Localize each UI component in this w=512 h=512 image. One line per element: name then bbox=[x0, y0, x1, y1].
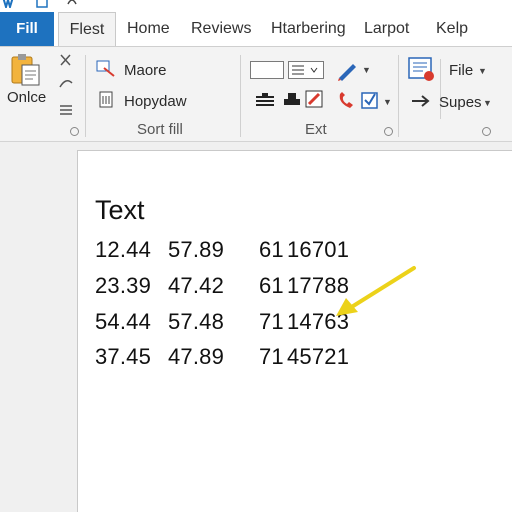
cell: 71 bbox=[259, 309, 284, 334]
checkbox-icon[interactable] bbox=[360, 91, 380, 111]
menu-icon[interactable] bbox=[58, 103, 74, 117]
tab-file[interactable]: Fill bbox=[0, 12, 54, 46]
paste-button-label[interactable]: Onlce bbox=[7, 89, 46, 106]
app-logo-icon bbox=[2, 0, 14, 8]
annotation-arrow-icon bbox=[330, 262, 420, 327]
ribbon: Onlce Maore Hopydaw Sort fill ▼ ▼ Ext Fi… bbox=[0, 46, 512, 142]
tab-flest[interactable]: Flest bbox=[58, 12, 116, 47]
tab-larpot[interactable]: Larpot bbox=[364, 12, 409, 46]
arrow-right-icon[interactable] bbox=[410, 93, 432, 109]
copy-icon[interactable] bbox=[98, 91, 116, 109]
data-row: 37.45 47.89 71 45721 bbox=[95, 344, 349, 370]
file-launcher-icon[interactable] bbox=[482, 127, 491, 136]
cell: 45721 bbox=[287, 344, 350, 369]
cell: 57.89 bbox=[168, 237, 225, 262]
move-icon[interactable] bbox=[96, 59, 116, 77]
title-bar bbox=[0, 0, 512, 12]
save-icon[interactable] bbox=[36, 0, 48, 8]
stamp-icon[interactable] bbox=[282, 91, 302, 109]
supes-dropdown-icon[interactable]: ▼ bbox=[483, 98, 492, 108]
supes-button[interactable]: Supes bbox=[439, 94, 482, 111]
maore-button[interactable]: Maore bbox=[124, 62, 167, 79]
tab-reviews[interactable]: Reviews bbox=[191, 12, 251, 46]
font-box-1[interactable] bbox=[250, 61, 284, 79]
tab-home[interactable]: Home bbox=[127, 12, 170, 46]
clipboard-launcher-icon[interactable] bbox=[70, 127, 79, 136]
pen-dropdown-icon[interactable]: ▼ bbox=[362, 65, 371, 75]
cut-icon[interactable] bbox=[58, 53, 74, 67]
cell: 57.48 bbox=[168, 309, 225, 334]
file-button[interactable]: File bbox=[449, 62, 473, 79]
cell: 61 bbox=[259, 237, 284, 262]
hopydaw-button[interactable]: Hopydaw bbox=[124, 93, 187, 110]
data-row: 12.44 57.89 61 16701 bbox=[95, 237, 349, 263]
paste-icon[interactable] bbox=[10, 53, 42, 87]
tab-kelp[interactable]: Kelp bbox=[436, 12, 468, 46]
stack-icon[interactable] bbox=[254, 91, 276, 109]
document-icon[interactable] bbox=[408, 57, 436, 83]
file-dropdown-icon[interactable]: ▼ bbox=[478, 66, 487, 76]
cell: 16701 bbox=[287, 237, 350, 262]
phone-icon[interactable] bbox=[336, 91, 356, 111]
cell: 37.45 bbox=[95, 344, 152, 369]
cell: 54.44 bbox=[95, 309, 152, 334]
font-box-2[interactable] bbox=[288, 61, 324, 79]
highlight-icon[interactable] bbox=[304, 89, 326, 109]
checkbox-dropdown-icon[interactable]: ▼ bbox=[383, 97, 392, 107]
data-row: 23.39 47.42 61 17788 bbox=[95, 273, 349, 299]
cell: 71 bbox=[259, 344, 284, 369]
pen-icon[interactable] bbox=[336, 59, 358, 81]
ribbon-tab-row: Fill Flest Home Reviews Htarbering Larpo… bbox=[0, 12, 512, 47]
data-row: 54.44 57.48 71 14763 bbox=[95, 309, 349, 335]
document-page[interactable]: Text 12.44 57.89 61 16701 23.39 47.42 61 17788… bbox=[77, 150, 512, 512]
document-heading: Text bbox=[95, 195, 145, 225]
cell: 47.89 bbox=[168, 344, 225, 369]
cell: 12.44 bbox=[95, 237, 152, 262]
undo-icon[interactable] bbox=[66, 0, 77, 8]
group-label-ext: Ext bbox=[305, 121, 327, 138]
format-painter-icon[interactable] bbox=[58, 77, 74, 91]
cell: 23.39 bbox=[95, 273, 152, 298]
ext-launcher-icon[interactable] bbox=[384, 127, 393, 136]
cell: 47.42 bbox=[168, 273, 225, 298]
group-label-sort-fill: Sort fill bbox=[137, 121, 183, 138]
cell: 61 bbox=[259, 273, 284, 298]
tab-htarbering[interactable]: Htarbering bbox=[271, 12, 346, 46]
